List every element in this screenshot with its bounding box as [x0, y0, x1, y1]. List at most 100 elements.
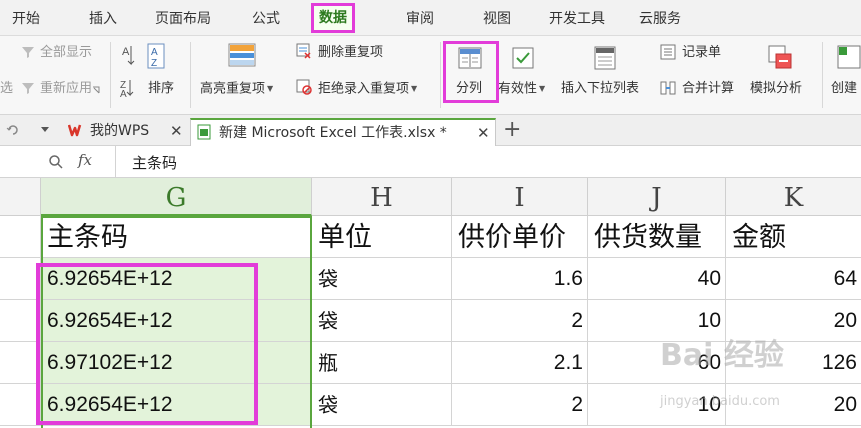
back-icon[interactable]	[6, 123, 20, 137]
what-if-analysis-button[interactable]: 模拟分析	[750, 80, 802, 98]
unit-price-cell[interactable]: 2	[452, 384, 588, 426]
ribbon-separator	[440, 42, 441, 108]
header-cell-barcode[interactable]: 主条码	[41, 216, 312, 258]
unit-price-cell[interactable]: 1.6	[452, 258, 588, 300]
fx-function-icon[interactable]: fx	[78, 151, 92, 169]
tab-cloud[interactable]: 云服务	[639, 0, 681, 36]
delete-duplicates-icon	[296, 43, 311, 59]
dialog-launcher-icon[interactable]	[92, 86, 100, 94]
column-header-k[interactable]: K	[726, 178, 861, 216]
sort-ascending-icon[interactable]: A A Z	[120, 42, 170, 72]
show-all-icon	[22, 47, 34, 58]
tab-view[interactable]: 视图	[483, 0, 511, 36]
ribbon-separator	[190, 42, 191, 108]
consolidate-button[interactable]: 合并计算	[682, 80, 734, 98]
formula-divider	[115, 146, 116, 177]
highlight-duplicates-icon	[228, 43, 256, 67]
zoom-search-icon[interactable]	[48, 154, 64, 170]
new-tab-icon[interactable]: +	[503, 116, 521, 144]
barcode-cell[interactable]: 6.92654E+12	[41, 300, 312, 342]
tab-formulas[interactable]: 公式	[252, 0, 280, 36]
column-header-f[interactable]	[0, 178, 41, 216]
reject-duplicates-icon	[296, 79, 312, 95]
highlight-duplicates-label: 高亮重复项	[200, 81, 266, 97]
svg-text:A: A	[151, 47, 158, 58]
header-cell-unit[interactable]: 单位	[312, 216, 452, 258]
quantity-cell[interactable]: 60	[588, 342, 726, 384]
record-form-button[interactable]: 记录单	[682, 44, 721, 62]
validity-label: 有效性	[498, 81, 538, 97]
tab-page-layout[interactable]: 页面布局	[155, 0, 211, 36]
barcode-cell[interactable]: 6.97102E+12	[41, 342, 312, 384]
formula-bar: fx 主条码	[0, 146, 861, 178]
table-cell[interactable]	[0, 300, 41, 342]
quantity-cell[interactable]: 10	[588, 384, 726, 426]
reject-duplicates-button[interactable]: 拒绝录入重复项 ▼	[318, 80, 417, 99]
insert-dropdown-button[interactable]: 插入下拉列表	[561, 80, 639, 98]
reapply-button[interactable]: 重新应用	[40, 80, 92, 98]
amount-cell[interactable]: 126	[726, 342, 861, 384]
wps-logo-icon	[68, 124, 82, 137]
menu-bar: 开始 插入 页面布局 公式 数据 审阅 视图 开发工具 云服务	[0, 0, 861, 36]
consolidate-icon	[660, 81, 676, 95]
amount-cell[interactable]: 64	[726, 258, 861, 300]
column-header-i[interactable]: I	[452, 178, 588, 216]
column-header-h[interactable]: H	[312, 178, 452, 216]
dropdown-caret-icon: ▼	[411, 84, 418, 93]
what-if-analysis-icon	[768, 45, 792, 69]
quantity-cell[interactable]: 40	[588, 258, 726, 300]
tab-developer[interactable]: 开发工具	[549, 0, 605, 36]
tab-start[interactable]: 开始	[12, 0, 40, 36]
insert-dropdown-icon	[594, 46, 616, 70]
dropdown-caret-icon: ▼	[539, 84, 546, 93]
reapply-icon	[22, 83, 34, 94]
create-group-button[interactable]: 创建	[831, 80, 857, 98]
column-header-j[interactable]: J	[588, 178, 726, 216]
table-cell[interactable]	[0, 342, 41, 384]
sort-descending-icon[interactable]: Z A	[120, 78, 142, 98]
header-cell-amount[interactable]: 金额	[726, 216, 861, 258]
close-tab-icon[interactable]: ✕	[170, 118, 183, 144]
doc-tab-my-wps[interactable]: 我的WPS	[90, 118, 149, 146]
reject-duplicates-label: 拒绝录入重复项	[318, 81, 410, 97]
unit-cell[interactable]: 袋	[312, 258, 452, 300]
table-cell[interactable]	[0, 258, 41, 300]
close-tab-icon[interactable]: ✕	[477, 120, 490, 146]
header-cell-quantity[interactable]: 供货数量	[588, 216, 726, 258]
barcode-cell[interactable]: 6.92654E+12	[41, 258, 312, 300]
validity-icon	[512, 47, 534, 69]
unit-price-cell[interactable]: 2	[452, 300, 588, 342]
svg-text:A: A	[120, 89, 127, 98]
table-cell[interactable]	[0, 216, 41, 258]
svg-text:Z: Z	[151, 58, 157, 69]
unit-cell[interactable]: 瓶	[312, 342, 452, 384]
tab-insert[interactable]: 插入	[89, 0, 117, 36]
tab-data[interactable]: 数据	[311, 3, 355, 33]
unit-price-cell[interactable]: 2.1	[452, 342, 588, 384]
unit-cell[interactable]: 袋	[312, 384, 452, 426]
highlight-duplicates-button[interactable]: 高亮重复项 ▼	[200, 80, 273, 99]
tab-review[interactable]: 审阅	[406, 0, 434, 36]
quantity-cell[interactable]: 10	[588, 300, 726, 342]
column-header-g[interactable]: G	[41, 178, 312, 216]
ribbon-separator	[110, 42, 111, 108]
current-file-name: 新建 Microsoft Excel 工作表.xlsx *	[219, 125, 447, 141]
record-form-icon	[660, 44, 676, 60]
amount-cell[interactable]: 20	[726, 300, 861, 342]
show-all-button[interactable]: 全部显示	[40, 44, 92, 62]
header-cell-unit-price[interactable]: 供价单价	[452, 216, 588, 258]
dropdown-caret-icon: ▼	[267, 84, 274, 93]
formula-input[interactable]: 主条码	[132, 152, 177, 173]
doc-tab-current-file[interactable]: 新建 Microsoft Excel 工作表.xlsx * ✕	[190, 118, 496, 146]
amount-cell[interactable]: 20	[726, 384, 861, 426]
sort-button[interactable]: 排序	[148, 80, 174, 98]
unit-cell[interactable]: 袋	[312, 300, 452, 342]
excel-file-icon	[197, 124, 211, 140]
validity-button[interactable]: 有效性 ▼	[498, 80, 545, 99]
delete-duplicates-button[interactable]: 删除重复项	[318, 44, 383, 62]
ribbon: 全部显示 选 重新应用 A A Z Z A 排序 高亮重复项 ▼ 删除重复项 拒…	[0, 36, 861, 115]
tab-list-dropdown-icon[interactable]	[40, 126, 50, 134]
table-cell[interactable]	[0, 384, 41, 426]
barcode-cell[interactable]: 6.92654E+12	[41, 384, 312, 426]
filter-cut-label: 选	[0, 81, 14, 96]
